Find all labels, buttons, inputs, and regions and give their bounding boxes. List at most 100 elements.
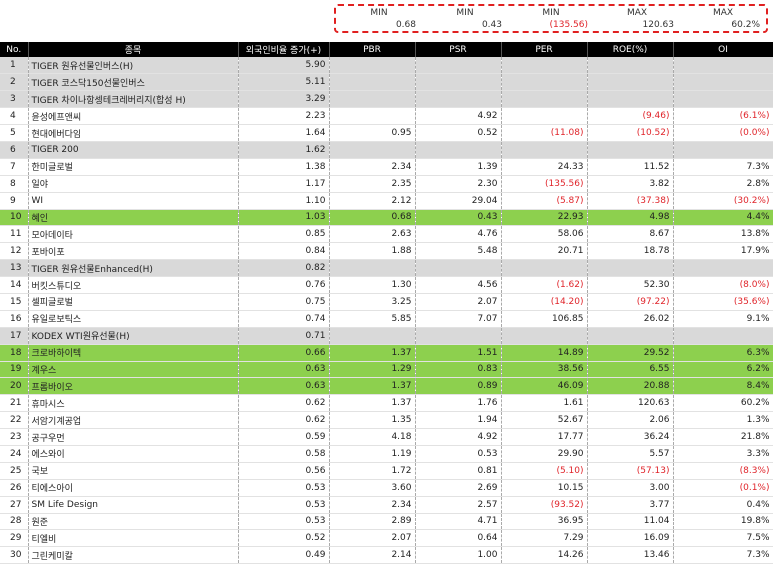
cell-no: 19 [0, 361, 29, 379]
table-row[interactable]: 17 KODEX WTI원유선물(H) 0.71 [0, 327, 773, 345]
table-row[interactable]: 19 계우스 0.63 1.29 0.83 38.56 6.55 6.2% [0, 361, 773, 379]
cell-pbr: 5.85 [329, 310, 416, 328]
cell-foreign-ratio: 1.17 [238, 175, 330, 193]
table-row[interactable]: 29 티엘비 0.52 2.07 0.64 7.29 16.09 7.5% [0, 529, 773, 548]
cell-oi [673, 141, 773, 159]
table-row[interactable]: 1 TIGER 원유선물인버스(H) 5.90 [0, 57, 773, 75]
col-header-pbr[interactable]: PBR [329, 42, 416, 57]
cell-roe: 20.88 [587, 377, 674, 396]
cell-oi: 7.3% [673, 158, 773, 176]
col-header-roe[interactable]: ROE(%) [587, 42, 674, 57]
table-row[interactable]: 24 에스와이 0.58 1.19 0.53 29.90 5.57 3.3% [0, 445, 773, 463]
cell-stock-name: TIGER 차이나항셍테크레버리지(합성 H) [28, 90, 239, 109]
table-row[interactable]: 9 WI 1.10 2.12 29.04 (5.87) (37.38) (30.2%) [0, 192, 773, 210]
table-row[interactable]: 2 TIGER 코스닥150선물인버스 5.11 [0, 73, 773, 92]
summary-value: 60.2% [731, 20, 760, 30]
table-row[interactable]: 14 버킷스튜디오 0.76 1.30 4.56 (1.62) 52.30 (8.0%) [0, 276, 773, 294]
cell-oi: 2.8% [673, 175, 773, 193]
cell-per [501, 90, 588, 109]
cell-pbr: 3.25 [329, 293, 416, 311]
table-row[interactable]: 23 공구우먼 0.59 4.18 4.92 17.77 36.24 21.8% [0, 428, 773, 446]
cell-psr: 4.92 [415, 428, 502, 446]
table-row[interactable]: 11 모아데이타 0.85 2.63 4.76 58.06 8.67 13.8% [0, 225, 773, 244]
cell-roe: 6.55 [587, 361, 674, 379]
cell-psr [415, 73, 502, 92]
cell-per: (5.10) [501, 462, 588, 480]
cell-oi: (8.0%) [673, 276, 773, 294]
cell-psr: 0.64 [415, 529, 502, 548]
cell-no: 12 [0, 242, 29, 261]
col-header-name[interactable]: 종목 [28, 42, 239, 57]
table-row[interactable]: 15 셀피글로벌 0.75 3.25 2.07 (14.20) (97.22) (35.6%) [0, 293, 773, 311]
table-row[interactable]: 3 TIGER 차이나항셍테크레버리지(합성 H) 3.29 [0, 90, 773, 109]
cell-per: (11.08) [501, 124, 588, 142]
cell-foreign-ratio: 0.84 [238, 242, 330, 261]
table-row[interactable]: 10 혜인 1.03 0.68 0.43 22.93 4.98 4.4% [0, 209, 773, 227]
table-row[interactable]: 12 포바이포 0.84 1.88 5.48 20.71 18.78 17.9% [0, 242, 773, 261]
cell-psr: 4.92 [415, 107, 502, 126]
table-row[interactable]: 18 크로바하이텍 0.66 1.37 1.51 14.89 29.52 6.3% [0, 344, 773, 362]
table-row[interactable]: 28 원준 0.53 2.89 4.71 36.95 11.04 19.8% [0, 513, 773, 531]
cell-no: 24 [0, 445, 29, 463]
summary-label: MAX [626, 8, 648, 18]
cell-psr [415, 327, 502, 345]
table-row[interactable]: 4 윤성에프앤씨 2.23 4.92 (9.46) (6.1%) [0, 107, 773, 126]
cell-no: 9 [0, 192, 29, 210]
cell-foreign-ratio: 0.49 [238, 546, 330, 565]
summary-label: MIN [542, 8, 560, 18]
table-row[interactable]: 22 서암기계공업 0.62 1.35 1.94 52.67 2.06 1.3% [0, 411, 773, 430]
col-header-no[interactable]: No. [0, 42, 29, 57]
cell-stock-name: TIGER 원유선물Enhanced(H) [28, 259, 239, 278]
table-row[interactable]: 27 SM Life Design 0.53 2.34 2.57 (93.52) 3.77 0… [0, 496, 773, 514]
cell-no: 28 [0, 513, 29, 531]
cell-stock-name: 버킷스튜디오 [28, 276, 239, 294]
cell-oi: (6.1%) [673, 107, 773, 126]
cell-foreign-ratio: 0.62 [238, 394, 330, 413]
cell-no: 11 [0, 225, 29, 244]
summary-value: 0.68 [395, 20, 416, 30]
cell-oi [673, 73, 773, 92]
col-header-foreign-ratio[interactable]: 외국인비율 증가(+) [238, 42, 330, 57]
cell-oi: 3.3% [673, 445, 773, 463]
table-row[interactable]: 21 휴마시스 0.62 1.37 1.76 1.61 120.63 60.2% [0, 394, 773, 413]
col-header-oi[interactable]: OI [673, 42, 773, 57]
cell-oi: 13.8% [673, 225, 773, 244]
table-row[interactable]: 26 티에스아이 0.53 3.60 2.69 10.15 3.00 (0.1%) [0, 479, 773, 497]
cell-per [501, 259, 588, 278]
table-row[interactable]: 7 한미글로벌 1.38 2.34 1.39 24.33 11.52 7.3% [0, 158, 773, 176]
cell-psr: 4.56 [415, 276, 502, 294]
table-row[interactable]: 5 현대에버다임 1.64 0.95 0.52 (11.08) (10.52) (0.0%) [0, 124, 773, 142]
cell-psr: 0.89 [415, 377, 502, 396]
cell-foreign-ratio: 1.38 [238, 158, 330, 176]
summary-value: (135.56) [549, 20, 588, 30]
cell-psr [415, 141, 502, 159]
col-header-psr[interactable]: PSR [415, 42, 502, 57]
table-row[interactable]: 6 TIGER 200 1.62 [0, 141, 773, 159]
table-row[interactable]: 20 프롬바이오 0.63 1.37 0.89 46.09 20.88 8.4% [0, 377, 773, 396]
table-row[interactable]: 30 그린케미칼 0.49 2.14 1.00 14.26 13.46 7.3% [0, 546, 773, 565]
cell-stock-name: 국보 [28, 462, 239, 480]
cell-no: 20 [0, 377, 29, 396]
cell-psr [415, 259, 502, 278]
cell-no: 5 [0, 124, 29, 142]
cell-per: (135.56) [501, 175, 588, 193]
cell-no: 17 [0, 327, 29, 345]
summary-column: MIN 0.43 [422, 6, 508, 31]
cell-foreign-ratio: 2.23 [238, 107, 330, 126]
table-row[interactable]: 8 일야 1.17 2.35 2.30 (135.56) 3.82 2.8% [0, 175, 773, 193]
cell-roe: 2.06 [587, 411, 674, 430]
table-row[interactable]: 13 TIGER 원유선물Enhanced(H) 0.82 [0, 259, 773, 278]
cell-oi: (0.1%) [673, 479, 773, 497]
stock-table-container: No. 종목 외국인비율 증가(+) PBR PSR PER ROE(%) OI… [0, 42, 773, 565]
cell-per [501, 73, 588, 92]
col-header-per[interactable]: PER [501, 42, 588, 57]
cell-psr: 29.04 [415, 192, 502, 210]
table-row[interactable]: 16 유일로보틱스 0.74 5.85 7.07 106.85 26.02 9.1% [0, 310, 773, 328]
summary-column: MIN (135.56) [508, 6, 594, 31]
cell-pbr [329, 107, 416, 126]
cell-pbr [329, 57, 416, 75]
cell-psr: 1.39 [415, 158, 502, 176]
cell-no: 21 [0, 394, 29, 413]
cell-oi: 60.2% [673, 394, 773, 413]
table-row[interactable]: 25 국보 0.56 1.72 0.81 (5.10) (57.13) (8.3%) [0, 462, 773, 480]
